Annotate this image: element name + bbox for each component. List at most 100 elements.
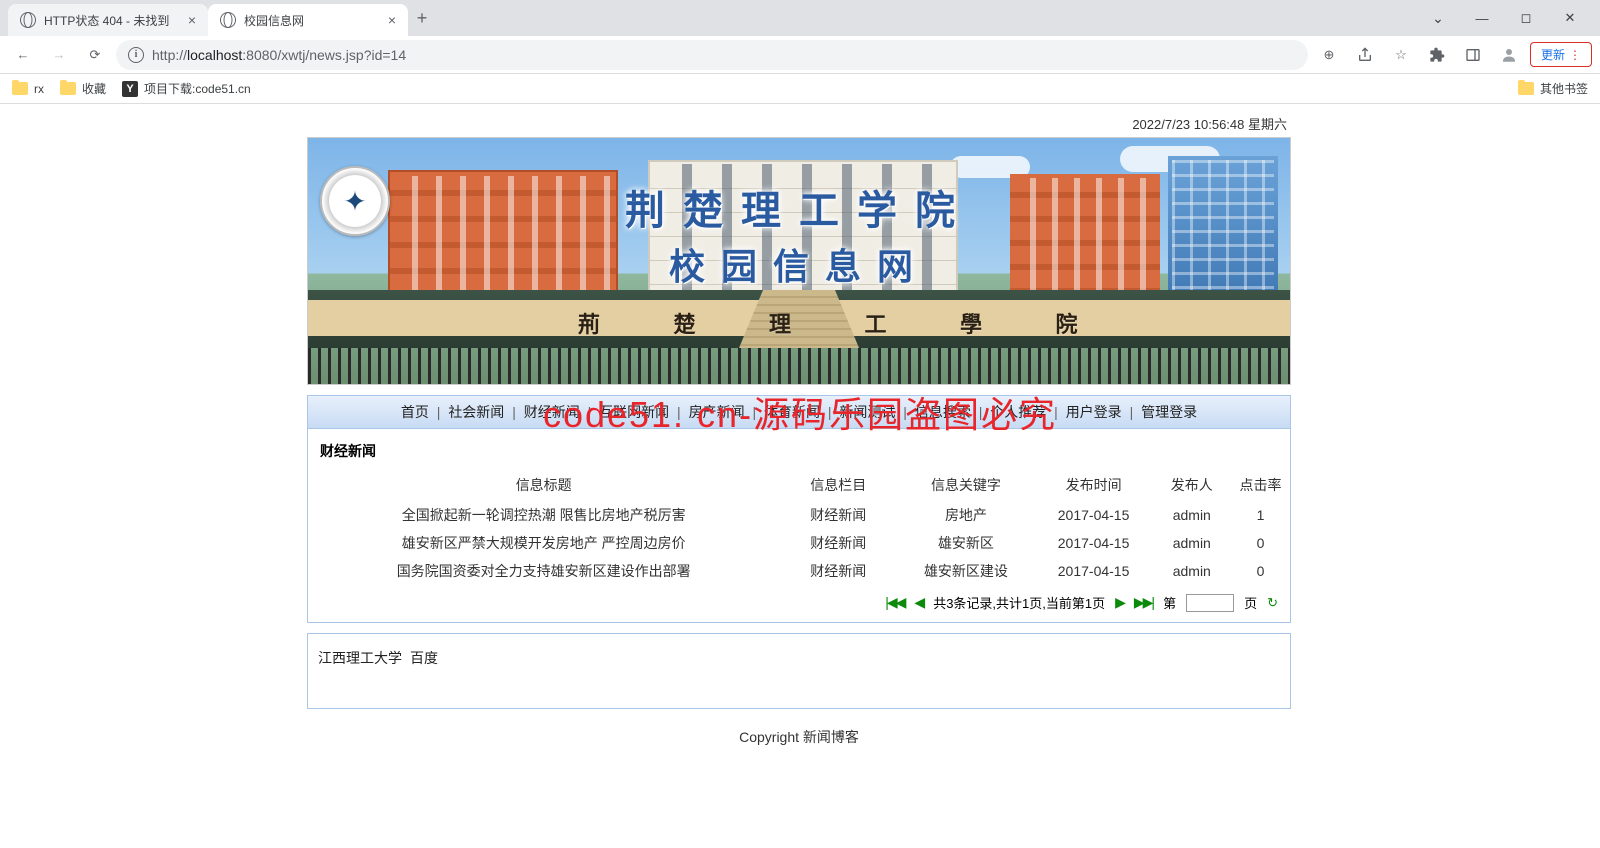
pager-summary: 共3条记录,共计1页,当前第1页 xyxy=(933,593,1105,612)
table-row[interactable]: 雄安新区严禁大规模开发房地产 严控周边房价财经新闻雄安新区2017-04-15a… xyxy=(308,529,1290,557)
close-icon[interactable]: × xyxy=(388,12,396,28)
friend-links: 江西理工大学百度 xyxy=(307,633,1291,709)
friend-link[interactable]: 百度 xyxy=(410,650,438,666)
address-bar[interactable]: i http://localhost:8080/xwtj/news.jsp?id… xyxy=(116,40,1308,70)
table-cell: admin xyxy=(1153,529,1232,557)
nav-separator: | xyxy=(1046,404,1065,420)
reload-button[interactable]: ⟳ xyxy=(80,40,110,70)
nav-separator: | xyxy=(669,404,688,420)
go-page-icon[interactable]: ↻ xyxy=(1267,595,1278,611)
folder-icon xyxy=(12,82,28,95)
forward-button[interactable]: → xyxy=(44,40,74,70)
bookmark-item[interactable]: rx xyxy=(12,82,44,96)
close-window-icon[interactable]: ✕ xyxy=(1548,2,1592,34)
table-cell: 财经新闻 xyxy=(779,501,897,529)
nav-link[interactable]: 个人推荐 xyxy=(990,404,1046,420)
new-tab-button[interactable]: + xyxy=(408,4,436,32)
extensions-icon[interactable] xyxy=(1422,40,1452,70)
tab-inactive[interactable]: HTTP状态 404 - 未找到 × xyxy=(8,4,208,36)
table-cell: 雄安新区 xyxy=(897,529,1034,557)
column-header: 信息关键字 xyxy=(897,469,1034,501)
zoom-icon[interactable]: ⊕ xyxy=(1314,40,1344,70)
table-cell: 雄安新区建设 xyxy=(897,557,1034,585)
nav-separator: | xyxy=(580,404,599,420)
nav-link[interactable]: 社会新闻 xyxy=(448,404,504,420)
news-section: 财经新闻 信息标题信息栏目信息关键字发布时间发布人点击率 全国掀起新一轮调控热潮… xyxy=(307,429,1291,623)
tab-active[interactable]: 校园信息网 × xyxy=(208,4,408,36)
menu-dots-icon: ⋮ xyxy=(1569,48,1581,62)
table-cell: 0 xyxy=(1231,557,1290,585)
nav-link[interactable]: 信息搜索 xyxy=(915,404,971,420)
tab-title: 校园信息网 xyxy=(244,12,304,29)
table-row[interactable]: 全国掀起新一轮调控热潮 限售比房地产税厉害财经新闻房地产2017-04-15ad… xyxy=(308,501,1290,529)
close-icon[interactable]: × xyxy=(188,12,196,28)
nav-link[interactable]: 用户登录 xyxy=(1066,404,1122,420)
back-button[interactable]: ← xyxy=(8,40,38,70)
column-header: 信息栏目 xyxy=(779,469,897,501)
column-header: 发布时间 xyxy=(1035,469,1153,501)
table-cell: 财经新闻 xyxy=(779,529,897,557)
last-page-icon[interactable]: ▶▶| xyxy=(1134,594,1153,611)
y-icon: Y xyxy=(122,81,138,97)
bookmark-item[interactable]: 收藏 xyxy=(60,80,106,97)
table-cell: 全国掀起新一轮调控热潮 限售比房地产税厉害 xyxy=(308,501,779,529)
url-text: http://localhost:8080/xwtj/news.jsp?id=1… xyxy=(152,47,406,63)
nav-link[interactable]: 互联网新闻 xyxy=(599,404,669,420)
banner-wall-text: 荊 楚 理 工 學 院 xyxy=(578,306,1140,340)
banner: ✦ 荊 楚 理 工 學 院 荆楚理工学院 校园信息网 xyxy=(307,137,1291,385)
nav-link[interactable]: 管理登录 xyxy=(1141,404,1197,420)
nav-link[interactable]: 体育新闻 xyxy=(764,404,820,420)
share-icon[interactable] xyxy=(1350,40,1380,70)
profile-icon[interactable] xyxy=(1494,40,1524,70)
nav-link[interactable]: 新闻测试 xyxy=(839,404,895,420)
minimize-icon[interactable]: — xyxy=(1460,2,1504,34)
folder-icon xyxy=(1518,82,1534,95)
pager-ye: 页 xyxy=(1244,593,1257,612)
star-icon[interactable]: ☆ xyxy=(1386,40,1416,70)
news-table: 信息标题信息栏目信息关键字发布时间发布人点击率 全国掀起新一轮调控热潮 限售比房… xyxy=(308,469,1290,585)
table-cell: 财经新闻 xyxy=(779,557,897,585)
next-page-icon[interactable]: ▶ xyxy=(1115,594,1124,611)
update-button[interactable]: 更新 ⋮ xyxy=(1530,42,1592,67)
tab-title: HTTP状态 404 - 未找到 xyxy=(44,12,169,29)
maximize-icon[interactable]: ◻ xyxy=(1504,2,1548,34)
browser-chrome: HTTP状态 404 - 未找到 × 校园信息网 × + ⌄ — ◻ ✕ ← →… xyxy=(0,0,1600,104)
nav-link[interactable]: 财经新闻 xyxy=(524,404,580,420)
nav-link[interactable]: 首页 xyxy=(401,404,429,420)
page-content: 2022/7/23 10:56:48 星期六 ✦ 荊 楚 理 工 學 院 荆楚理… xyxy=(0,104,1600,765)
banner-title-main: 荆楚理工学院 xyxy=(308,178,1290,236)
table-cell: 房地产 xyxy=(897,501,1034,529)
column-header: 发布人 xyxy=(1153,469,1232,501)
bookmark-label: 收藏 xyxy=(82,80,106,97)
column-header: 点击率 xyxy=(1231,469,1290,501)
table-cell: 2017-04-15 xyxy=(1035,529,1153,557)
nav-separator: | xyxy=(504,404,523,420)
table-cell: 雄安新区严禁大规模开发房地产 严控周边房价 xyxy=(308,529,779,557)
table-row[interactable]: 国务院国资委对全力支持雄安新区建设作出部署财经新闻雄安新区建设2017-04-1… xyxy=(308,557,1290,585)
table-cell: 1 xyxy=(1231,501,1290,529)
page-number-input[interactable] xyxy=(1186,594,1234,612)
table-cell: 2017-04-15 xyxy=(1035,501,1153,529)
prev-page-icon[interactable]: ◀ xyxy=(914,594,923,611)
side-panel-icon[interactable] xyxy=(1458,40,1488,70)
table-cell: 2017-04-15 xyxy=(1035,557,1153,585)
table-cell: 0 xyxy=(1231,529,1290,557)
nav-separator: | xyxy=(820,404,839,420)
column-header: 信息标题 xyxy=(308,469,779,501)
nav-link[interactable]: 房产新闻 xyxy=(689,404,745,420)
globe-icon xyxy=(20,12,36,28)
friend-link[interactable]: 江西理工大学 xyxy=(318,650,402,666)
banner-title-sub: 校园信息网 xyxy=(308,238,1290,290)
tab-strip: HTTP状态 404 - 未找到 × 校园信息网 × + ⌄ — ◻ ✕ xyxy=(0,0,1600,36)
chevron-down-icon[interactable]: ⌄ xyxy=(1416,2,1460,34)
nav-separator: | xyxy=(895,404,914,420)
datetime-bar: 2022/7/23 10:56:48 星期六 xyxy=(307,110,1293,137)
bookmark-item[interactable]: Y项目下载:code51.cn xyxy=(122,80,251,97)
table-cell: admin xyxy=(1153,501,1232,529)
nav-separator: | xyxy=(429,404,448,420)
info-icon[interactable]: i xyxy=(128,47,144,63)
bookmarks-bar: rx 收藏 Y项目下载:code51.cn 其他书签 xyxy=(0,74,1600,104)
other-bookmarks[interactable]: 其他书签 xyxy=(1518,80,1588,97)
footer: Copyright 新闻博客 xyxy=(307,709,1291,765)
first-page-icon[interactable]: |◀◀ xyxy=(885,594,904,611)
